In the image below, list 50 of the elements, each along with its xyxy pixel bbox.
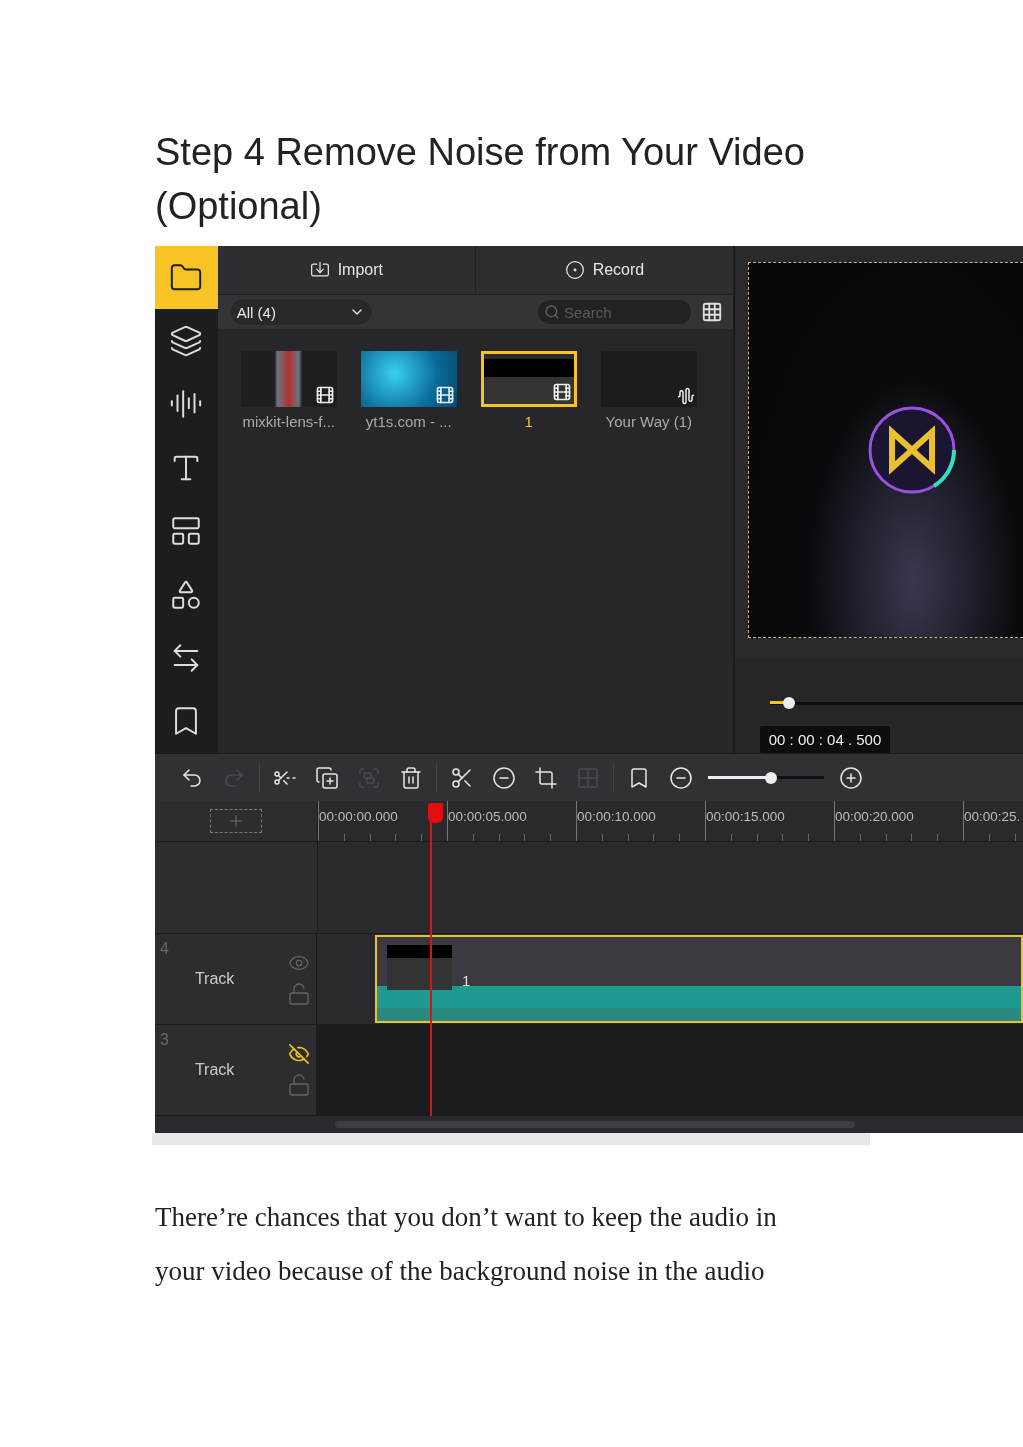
- circle-minus-icon: [492, 765, 516, 790]
- tab[interactable]: Import: [217, 246, 476, 294]
- filter-dropdown[interactable]: All (4): [230, 299, 371, 325]
- progress-handle[interactable]: [782, 697, 795, 709]
- clip-thumbnail: [387, 945, 452, 990]
- media-thumbnail[interactable]: [600, 351, 697, 407]
- media-name: 1: [524, 413, 533, 430]
- ruler-label: 00:00:05.000: [447, 801, 576, 839]
- ruler-label: 00:00:15.000: [705, 801, 834, 839]
- track-number: 4: [160, 940, 169, 958]
- layers-icon: [169, 324, 204, 359]
- crop-icon: [534, 765, 558, 790]
- plus-icon: [227, 812, 245, 830]
- film-icon: [434, 385, 455, 405]
- audio-wave-icon: [676, 387, 695, 405]
- zoom-out-icon: [669, 765, 693, 790]
- scissors-icon: [450, 765, 474, 790]
- ruler-label: 00:00:20.000: [834, 801, 963, 839]
- zoom-in-icon: [839, 765, 863, 790]
- media-name: mixkit-lens-f...: [242, 413, 336, 430]
- video-clip[interactable]: 1: [375, 935, 1023, 1023]
- media-name: yt1s.com - ...: [365, 413, 452, 430]
- film-icon: [314, 385, 335, 405]
- sidebar-button[interactable]: [155, 246, 218, 310]
- zoom-handle[interactable]: [765, 771, 778, 784]
- media-thumbnail[interactable]: [360, 351, 457, 407]
- search-field[interactable]: Search: [538, 300, 691, 324]
- track-name: Track: [194, 1061, 236, 1079]
- media-name: Your Way (1): [605, 413, 692, 430]
- delete-icon: [399, 765, 423, 790]
- media-thumbnail[interactable]: [240, 351, 337, 407]
- copy-plus-icon: [315, 765, 339, 790]
- media-thumbnail[interactable]: [480, 351, 577, 407]
- playhead-handle[interactable]: [428, 803, 443, 823]
- track-number: 3: [160, 1031, 169, 1049]
- search-icon: [544, 304, 560, 320]
- ruler-label: 00:00:10.000: [576, 801, 705, 839]
- tab[interactable]: Record: [475, 246, 733, 294]
- grid-view-icon[interactable]: [701, 301, 723, 323]
- article-paragraph: There’re chances that you don’t want to keep the audio in your video because of the background noise in the audio: [155, 1201, 778, 1288]
- record-icon: [564, 260, 585, 280]
- film-icon: [551, 382, 572, 402]
- eye-off-icon[interactable]: [288, 1043, 310, 1065]
- article-heading: Step 4 Remove Noise from Your Video (Optional): [155, 130, 806, 229]
- add-track-button[interactable]: [210, 809, 262, 833]
- ruler-label: 00:00:25.: [963, 801, 1023, 839]
- group-icon: [357, 765, 381, 790]
- timecode: 00 : 00 : 04 . 500: [760, 726, 890, 753]
- clip-name: 1: [462, 972, 471, 989]
- track-name: Track: [194, 970, 236, 988]
